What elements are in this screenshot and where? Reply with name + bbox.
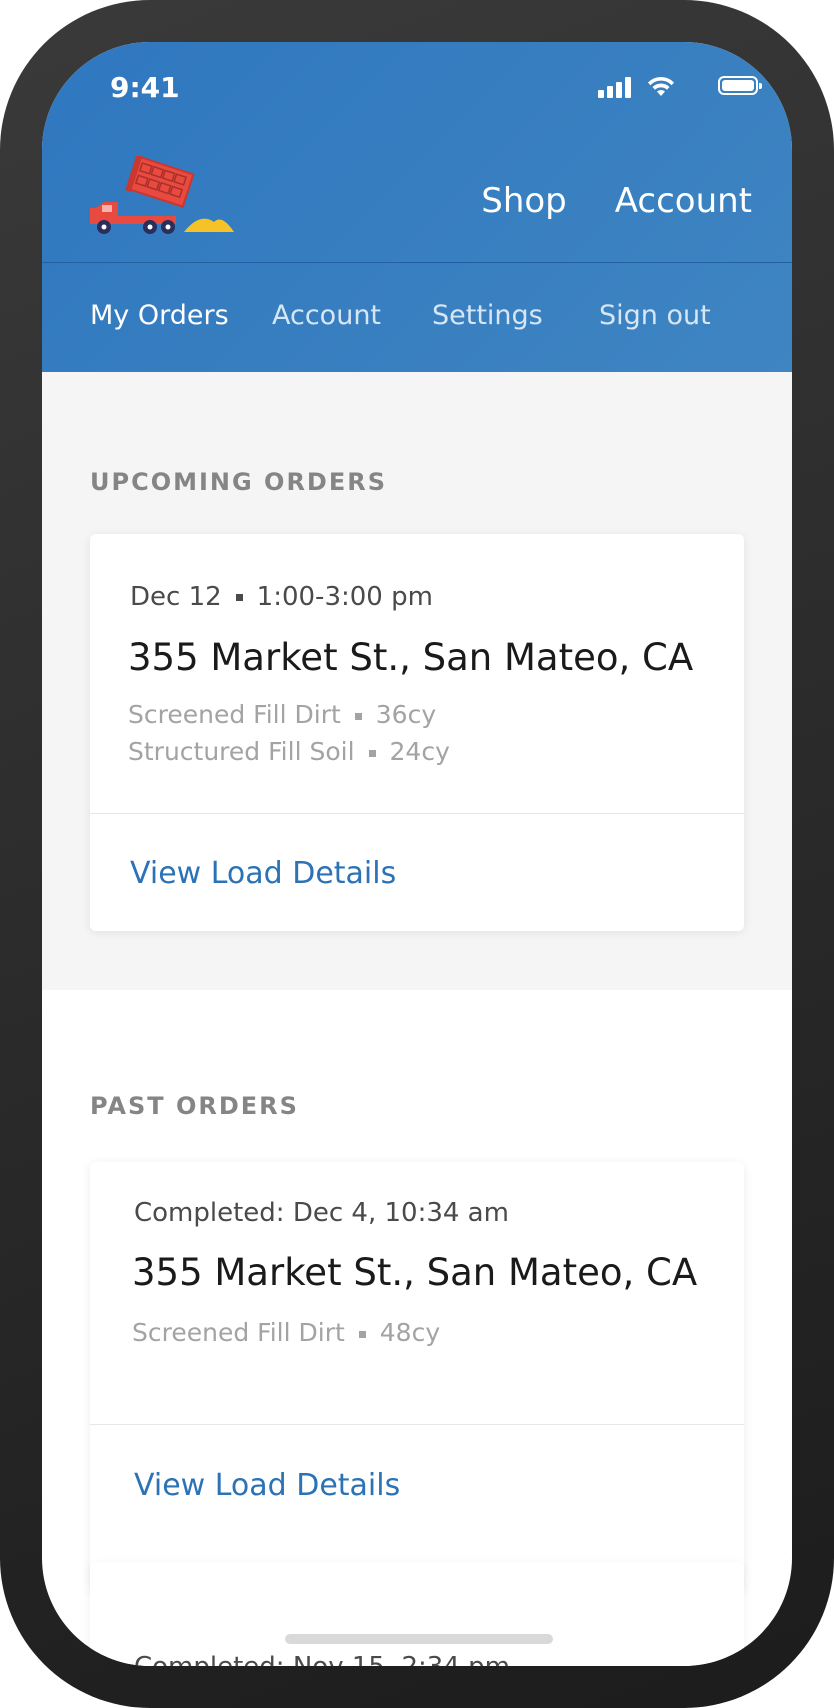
signal-icon bbox=[598, 76, 634, 98]
order-card[interactable]: Completed: Nov 15, 2:34 pm bbox=[90, 1562, 744, 1666]
subnav-settings[interactable]: Settings bbox=[432, 300, 543, 331]
nav-account-link[interactable]: Account bbox=[612, 181, 752, 221]
battery-icon bbox=[718, 76, 762, 95]
order-line-item: Structured Fill Soil 24cy bbox=[128, 737, 450, 766]
order-time: 1:00-3:00 pm bbox=[256, 582, 433, 612]
status-icons bbox=[562, 72, 762, 100]
dump-truck-logo-icon[interactable] bbox=[88, 156, 238, 236]
subnav-sign-out[interactable]: Sign out bbox=[599, 300, 711, 331]
card-divider bbox=[90, 813, 744, 814]
order-line-item: Screened Fill Dirt 48cy bbox=[132, 1318, 440, 1347]
subnav-my-orders[interactable]: My Orders bbox=[90, 300, 229, 331]
status-time: 9:41 bbox=[110, 71, 180, 104]
order-line-item: Screened Fill Dirt 36cy bbox=[128, 700, 436, 729]
upcoming-orders-section: UPCOMING ORDERS Dec 12 1:00-3:00 pm 355 M… bbox=[42, 372, 792, 990]
order-card[interactable]: Completed: Dec 4, 10:34 am 355 Market St… bbox=[90, 1162, 744, 1592]
item-name: Screened Fill Dirt bbox=[132, 1318, 345, 1347]
item-name: Structured Fill Soil bbox=[128, 737, 355, 766]
home-indicator[interactable] bbox=[285, 1634, 553, 1644]
order-address: 355 Market St., San Mateo, CA bbox=[128, 636, 694, 679]
separator-dot-icon bbox=[235, 594, 243, 601]
subnav-account[interactable]: Account bbox=[272, 300, 381, 331]
separator-dot-icon bbox=[358, 1330, 366, 1338]
item-quantity: 36cy bbox=[375, 700, 437, 729]
order-schedule: Dec 12 1:00-3:00 pm bbox=[130, 582, 433, 612]
order-date: Dec 12 bbox=[130, 582, 222, 612]
card-divider bbox=[90, 1424, 744, 1425]
order-completed-date: Completed: Dec 4, 10:34 am bbox=[134, 1198, 509, 1228]
order-card[interactable]: Dec 12 1:00-3:00 pm 355 Market St., San M… bbox=[90, 534, 744, 931]
item-quantity: 24cy bbox=[389, 737, 450, 766]
item-name: Screened Fill Dirt bbox=[128, 700, 341, 729]
order-address: 355 Market St., San Mateo, CA bbox=[132, 1251, 698, 1294]
order-completed-date: Completed: Nov 15, 2:34 pm bbox=[134, 1652, 510, 1666]
view-load-details-link[interactable]: View Load Details bbox=[134, 1468, 400, 1503]
app-screen: 9:41 Shop Account My Orders Account Sett… bbox=[42, 42, 792, 1666]
view-load-details-link[interactable]: View Load Details bbox=[130, 856, 396, 891]
past-orders-title: PAST ORDERS bbox=[90, 1092, 299, 1120]
separator-dot-icon bbox=[368, 749, 376, 757]
item-quantity: 48cy bbox=[379, 1318, 441, 1347]
phone-frame: 9:41 Shop Account My Orders Account Sett… bbox=[0, 0, 834, 1708]
wifi-icon bbox=[648, 76, 674, 96]
upcoming-orders-title: UPCOMING ORDERS bbox=[90, 468, 388, 496]
separator-dot-icon bbox=[354, 712, 362, 720]
nav-shop-link[interactable]: Shop bbox=[479, 181, 569, 221]
